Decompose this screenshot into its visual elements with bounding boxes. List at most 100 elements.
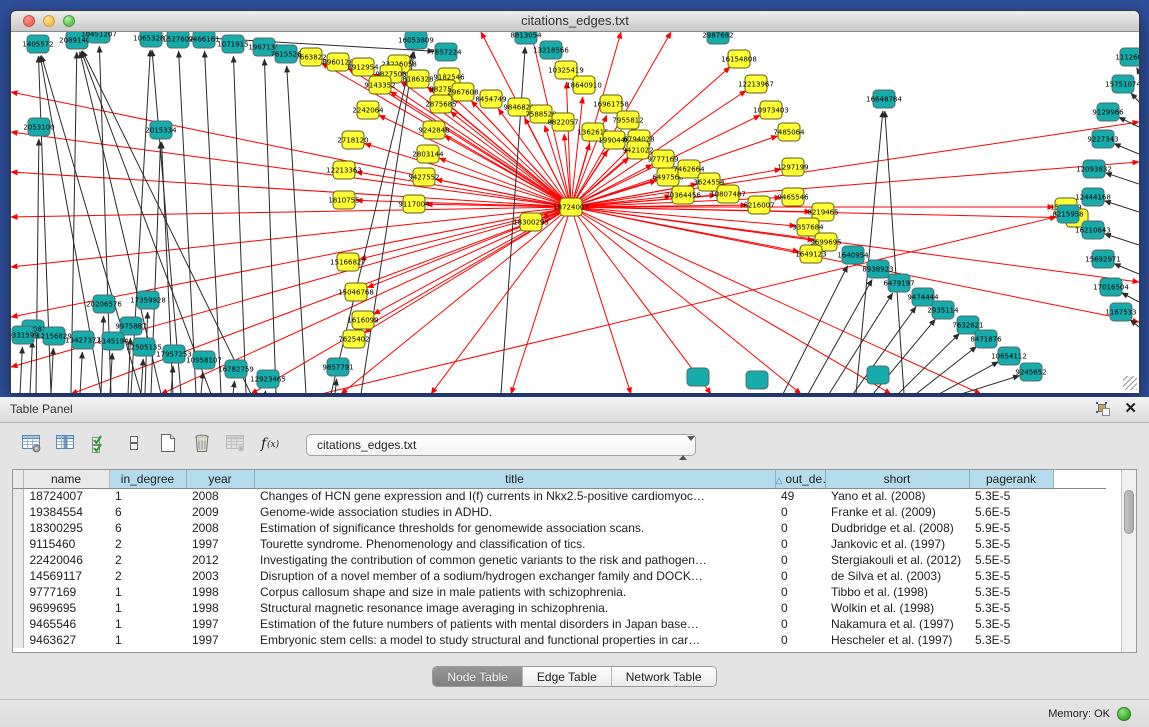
graph-node[interactable] — [687, 368, 709, 386]
graph-node[interactable]: 9143352 — [364, 76, 395, 94]
table-cell[interactable]: Investigating the contribution of common… — [254, 552, 775, 568]
graph-node[interactable]: 8822057 — [547, 113, 578, 131]
table-cell[interactable]: 0 — [775, 632, 825, 648]
table-cell[interactable]: 19384554 — [23, 504, 109, 520]
table-cell[interactable]: Estimation of significance thresholds fo… — [254, 520, 775, 536]
graph-node[interactable]: 9427552 — [408, 168, 439, 186]
column-header-year[interactable]: year — [186, 470, 254, 488]
table-cell[interactable]: 18724007 — [23, 488, 109, 504]
table-cell[interactable]: 9463627 — [23, 632, 109, 648]
table-row[interactable]: 2242004622012Investigating the contribut… — [13, 552, 1106, 568]
table-cell[interactable]: 2008 — [186, 520, 254, 536]
graph-node[interactable]: 13218566 — [533, 41, 569, 59]
table-cell[interactable]: Disruption of a novel member of a sodium… — [254, 568, 775, 584]
table-select-dropdown[interactable]: citations_edges.txt — [306, 434, 696, 456]
table-scrollbar-thumb[interactable] — [1124, 490, 1134, 534]
tab-node-table[interactable]: Node Table — [433, 667, 523, 686]
row-height-icon[interactable] — [118, 429, 150, 457]
table-cell[interactable]: 2 — [109, 568, 186, 584]
graph-node[interactable]: 16154808 — [721, 50, 757, 68]
table-cell[interactable]: 18300295 — [23, 520, 109, 536]
graph-node[interactable]: 9465546 — [777, 188, 809, 206]
table-cell[interactable]: 5.3E-5 — [969, 600, 1053, 616]
tab-edge-table[interactable]: Edge Table — [523, 667, 612, 686]
table-cell[interactable]: 1997 — [186, 536, 254, 552]
table-cell[interactable]: 0 — [775, 616, 825, 632]
graph-node[interactable]: 16053809 — [398, 32, 434, 49]
table-row[interactable]: 911546021997Tourette syndrome. Phenomeno… — [13, 536, 1106, 552]
graph-node[interactable]: 8454749 — [475, 90, 506, 108]
column-header-name[interactable]: name — [23, 470, 109, 488]
graph-node[interactable]: 2875685 — [425, 95, 456, 113]
close-panel-icon[interactable]: ✕ — [1124, 400, 1137, 418]
table-scrollbar[interactable] — [1121, 470, 1136, 652]
table-cell[interactable]: Nakamura et al. (1997) — [825, 616, 969, 632]
graph-node[interactable]: 7485064 — [773, 123, 805, 141]
table-cell[interactable]: Changes of HCN gene expression and I(f) … — [254, 488, 775, 504]
table-cell[interactable]: 5.3E-5 — [969, 616, 1053, 632]
table-cell[interactable]: Corpus callosum shape and size in male p… — [254, 584, 775, 600]
table-settings-icon[interactable] — [16, 429, 48, 457]
table-cell[interactable]: de Silva et al. (2003) — [825, 568, 969, 584]
table-cell[interactable]: 14569117 — [23, 568, 109, 584]
delete-trash-icon[interactable] — [186, 429, 218, 457]
column-header-short[interactable]: short — [825, 470, 969, 488]
table-cell[interactable]: 5.6E-5 — [969, 504, 1053, 520]
table-cell[interactable]: Dudbridge et al. (2008) — [825, 520, 969, 536]
network-window-titlebar[interactable]: citations_edges.txt — [11, 11, 1139, 32]
table-cell[interactable]: 1998 — [186, 584, 254, 600]
table-cell[interactable]: 0 — [775, 584, 825, 600]
network-graph-canvas[interactable]: 1872400723226058982750891433528186328918… — [11, 32, 1139, 393]
table-row[interactable]: 946362711997Embryonic stem cells: a mode… — [13, 632, 1106, 648]
graph-node[interactable]: 7955812 — [612, 111, 643, 129]
graph-node[interactable]: 1810755 — [328, 191, 359, 209]
table-cell[interactable]: Tibbo et al. (1998) — [825, 584, 969, 600]
table-cell[interactable]: 2009 — [186, 504, 254, 520]
new-file-icon[interactable] — [152, 429, 184, 457]
table-cell[interactable]: 1 — [109, 616, 186, 632]
graph-node[interactable]: 2053100 — [23, 118, 54, 136]
graph-node[interactable]: 1640954 — [837, 246, 869, 264]
column-header-pagerank[interactable]: pagerank — [969, 470, 1053, 488]
graph-node[interactable]: 15046768 — [338, 283, 374, 301]
table-cell[interactable]: Franke et al. (2009) — [825, 504, 969, 520]
table-cell[interactable]: 6 — [109, 520, 186, 536]
graph-node[interactable]: 8912954 — [347, 58, 379, 76]
graph-node[interactable]: 15751074 — [1105, 75, 1139, 93]
table-cell[interactable]: Jankovic et al. (1997) — [825, 536, 969, 552]
graph-node[interactable]: 8813054 — [510, 32, 542, 44]
graph-node[interactable]: 7625402 — [338, 330, 369, 348]
graph-node[interactable]: 12213967 — [738, 75, 774, 93]
table-cell[interactable]: 1997 — [186, 616, 254, 632]
table-cell[interactable]: Tourette syndrome. Phenomenology and cla… — [254, 536, 775, 552]
graph-node[interactable]: 2242064 — [352, 101, 384, 119]
graph-node[interactable]: 9857791 — [322, 358, 353, 376]
graph-node[interactable]: 9242848 — [418, 121, 449, 139]
table-row[interactable]: 1938455462009Genome-wide association stu… — [13, 504, 1106, 520]
table-cell[interactable]: 1997 — [186, 632, 254, 648]
graph-node[interactable]: 8471876 — [970, 330, 1002, 348]
tab-network-table[interactable]: Network Table — [612, 667, 716, 686]
table-cell[interactable]: 9777169 — [23, 584, 109, 600]
graph-node[interactable]: 1405572 — [22, 35, 53, 53]
table-cell[interactable]: 5.3E-5 — [969, 568, 1053, 584]
table-cell[interactable]: 0 — [775, 600, 825, 616]
table-cell[interactable]: 0 — [775, 504, 825, 520]
table-row[interactable]: 946554611997Estimation of the future num… — [13, 616, 1106, 632]
table-cell[interactable]: 9465546 — [23, 616, 109, 632]
graph-node[interactable]: 2718120 — [337, 131, 368, 149]
graph-node[interactable]: 1167533 — [1105, 303, 1136, 321]
graph-node[interactable]: 1297199 — [777, 158, 808, 176]
graph-node[interactable]: 9129966 — [1092, 103, 1124, 121]
float-panel-icon[interactable] — [1094, 400, 1112, 418]
graph-node[interactable]: 18300295 — [513, 213, 549, 231]
graph-node[interactable] — [867, 366, 889, 384]
graph-node[interactable]: 16648784 — [866, 90, 902, 108]
graph-node[interactable] — [746, 371, 768, 389]
table-row[interactable]: 977716911998Corpus callosum shape and si… — [13, 584, 1106, 600]
graph-node[interactable]: 12923465 — [250, 370, 286, 388]
graph-node[interactable]: 2935114 — [927, 301, 959, 319]
function-builder-icon[interactable]: f(x) — [254, 429, 286, 457]
table-cell[interactable]: 9115460 — [23, 536, 109, 552]
graph-node[interactable]: 6216007 — [743, 196, 774, 214]
